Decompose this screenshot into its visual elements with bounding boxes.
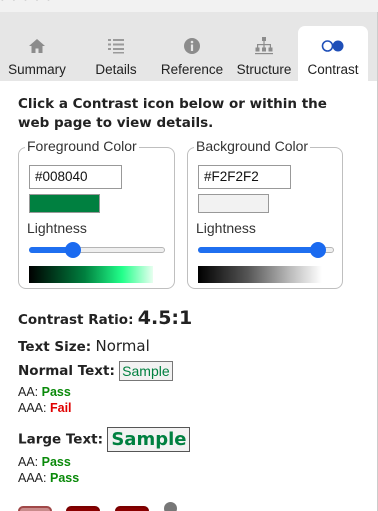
foreground-lightness-label: Lightness xyxy=(27,220,87,236)
normal-aaa-result: Fail xyxy=(49,401,72,415)
slider-thumb[interactable] xyxy=(65,242,81,258)
foreground-lightness-gradient xyxy=(29,266,153,283)
contrast-result-icon[interactable] xyxy=(115,506,149,511)
info-icon[interactable] xyxy=(164,502,177,511)
normal-text-label: Normal Text: xyxy=(18,363,115,379)
normal-aaa-label: AAA: xyxy=(18,401,47,415)
large-text-row: Large Text: Sample xyxy=(18,427,191,452)
tab-contrast[interactable]: Contrast xyxy=(298,26,368,81)
large-aaa-row: AAA: Pass xyxy=(18,471,79,485)
slider-thumb[interactable] xyxy=(310,242,326,258)
tab-details[interactable]: Details xyxy=(85,26,147,81)
large-aa-result: Pass xyxy=(41,455,71,469)
large-text-label: Large Text: xyxy=(18,431,104,448)
background-lightness-slider[interactable] xyxy=(198,242,334,258)
normal-text-row: Normal Text: Sample xyxy=(18,361,173,381)
contrast-result-icon[interactable] xyxy=(66,506,100,511)
contrast-ratio-value: 4.5:1 xyxy=(137,307,193,329)
foreground-hex-input[interactable]: #008040 xyxy=(29,165,122,189)
foreground-color-group: Foreground Color #008040 Lightness xyxy=(18,138,175,289)
tab-details-label: Details xyxy=(95,62,137,77)
home-icon xyxy=(0,35,74,57)
tab-summary[interactable]: Summary xyxy=(0,26,74,81)
foreground-swatch xyxy=(29,194,100,213)
tab-contrast-label: Contrast xyxy=(307,62,359,77)
large-aa-label: AA: xyxy=(18,455,39,469)
tab-reference-label: Reference xyxy=(160,62,224,77)
hierarchy-icon xyxy=(231,35,297,57)
large-text-sample: Sample xyxy=(107,427,191,452)
instruction-text: Click a Contrast icon below or within th… xyxy=(18,96,327,131)
tab-reference[interactable]: Reference xyxy=(155,26,229,81)
contrast-icon xyxy=(298,35,368,57)
background-lightness-gradient xyxy=(198,266,322,283)
background-swatch xyxy=(198,194,269,213)
contrast-ratio-label: Contrast Ratio: xyxy=(18,312,134,328)
slider-fill xyxy=(198,247,318,253)
contrast-ratio-row: Contrast Ratio: 4.5:1 xyxy=(18,307,192,329)
contrast-result-icon[interactable] xyxy=(18,506,52,511)
normal-aa-row: AA: Pass xyxy=(18,385,71,399)
large-aaa-label: AAA: xyxy=(18,471,47,485)
contrast-panel: Click a Contrast icon below or within th… xyxy=(0,81,378,511)
list-icon xyxy=(85,35,147,57)
background-hex-input[interactable]: #F2F2F2 xyxy=(198,165,291,189)
normal-aa-label: AA: xyxy=(18,385,39,399)
text-size-row: Text Size: Normal xyxy=(18,337,150,355)
large-aaa-result: Pass xyxy=(49,471,80,485)
tab-structure[interactable]: Structure xyxy=(231,26,297,81)
background-color-legend: Background Color xyxy=(194,138,311,154)
foreground-lightness-slider[interactable] xyxy=(29,242,165,258)
clipped-heading: · · · · · xyxy=(0,0,52,9)
normal-text-sample: Sample xyxy=(119,361,173,381)
background-color-group: Background Color #F2F2F2 Lightness xyxy=(187,138,343,289)
text-size-value: Normal xyxy=(95,337,150,355)
text-size-label: Text Size: xyxy=(18,339,92,355)
contrast-icon-row xyxy=(0,501,378,511)
foreground-color-legend: Foreground Color xyxy=(25,138,139,154)
tab-summary-label: Summary xyxy=(8,62,66,77)
info-icon xyxy=(155,35,229,57)
normal-aaa-row: AAA: Fail xyxy=(18,401,72,415)
top-strip: · · · · · xyxy=(0,0,378,12)
background-lightness-label: Lightness xyxy=(196,220,256,236)
normal-aa-result: Pass xyxy=(41,385,71,399)
large-aa-row: AA: Pass xyxy=(18,455,71,469)
tab-bar: Summary Details Reference Structure Cont… xyxy=(0,12,378,81)
tab-structure-label: Structure xyxy=(236,62,292,77)
